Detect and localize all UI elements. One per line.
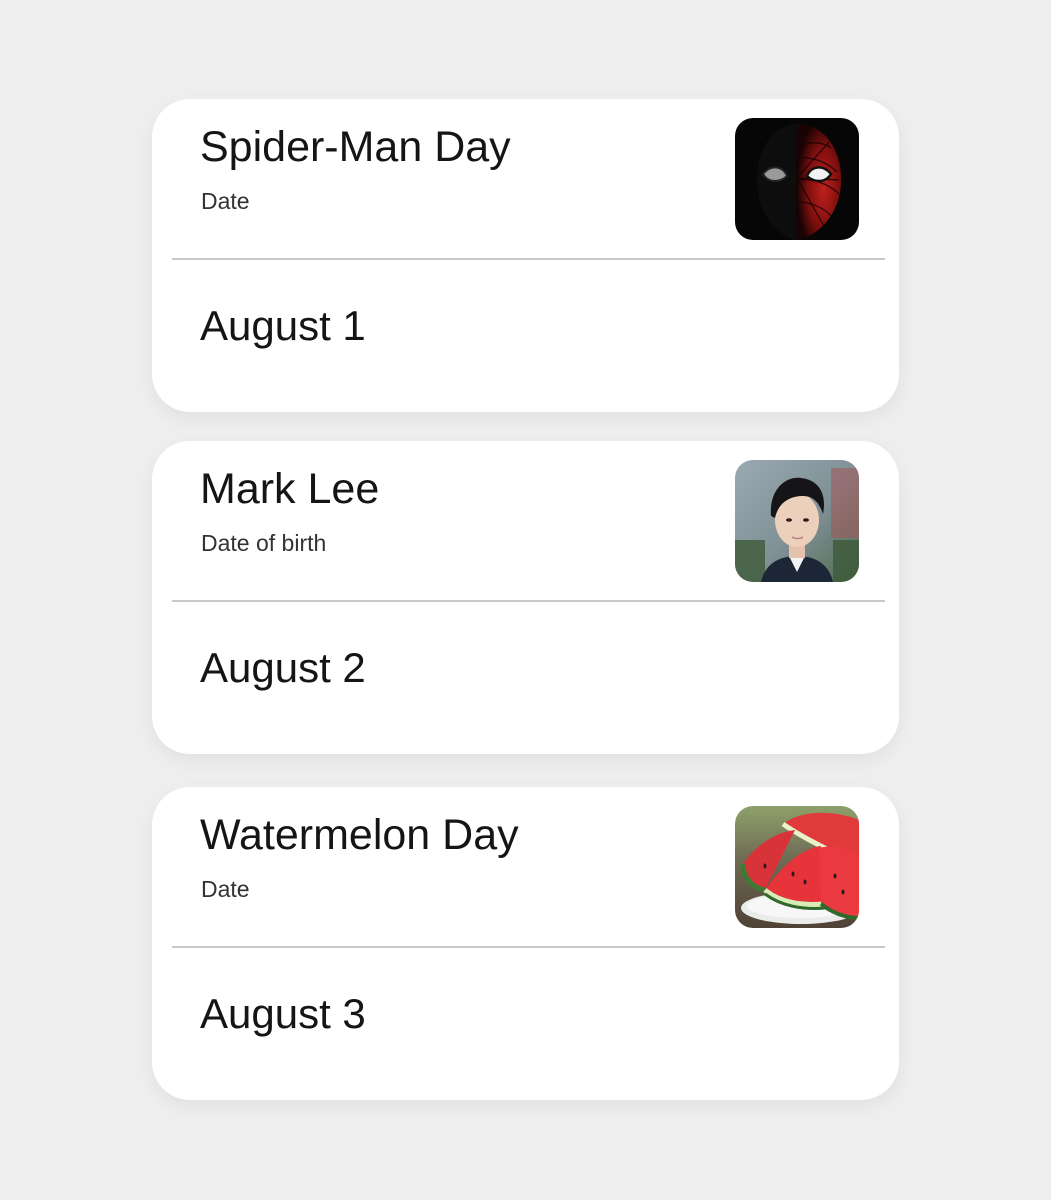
card-title: Watermelon Day xyxy=(200,811,519,859)
person-portrait-image xyxy=(735,460,859,582)
date-value: August 3 xyxy=(200,990,366,1037)
date-value: August 1 xyxy=(200,302,366,349)
date-value: August 2 xyxy=(200,644,366,691)
divider xyxy=(172,258,885,260)
card-spider-man-day[interactable]: Spider-Man Day Date August 1 xyxy=(152,99,899,412)
card-subtitle: Date of birth xyxy=(201,530,327,556)
card-mark-lee[interactable]: Mark Lee Date of birth August 2 xyxy=(152,441,899,754)
divider xyxy=(172,946,885,948)
spider-man-mask-image xyxy=(735,118,859,240)
watermelon-slices-image xyxy=(735,806,859,928)
divider xyxy=(172,600,885,602)
card-watermelon-day[interactable]: Watermelon Day Date August 3 xyxy=(152,787,899,1100)
card-title: Mark Lee xyxy=(200,465,380,513)
card-subtitle: Date xyxy=(201,876,250,902)
card-title: Spider-Man Day xyxy=(200,123,511,171)
card-subtitle: Date xyxy=(201,188,250,214)
